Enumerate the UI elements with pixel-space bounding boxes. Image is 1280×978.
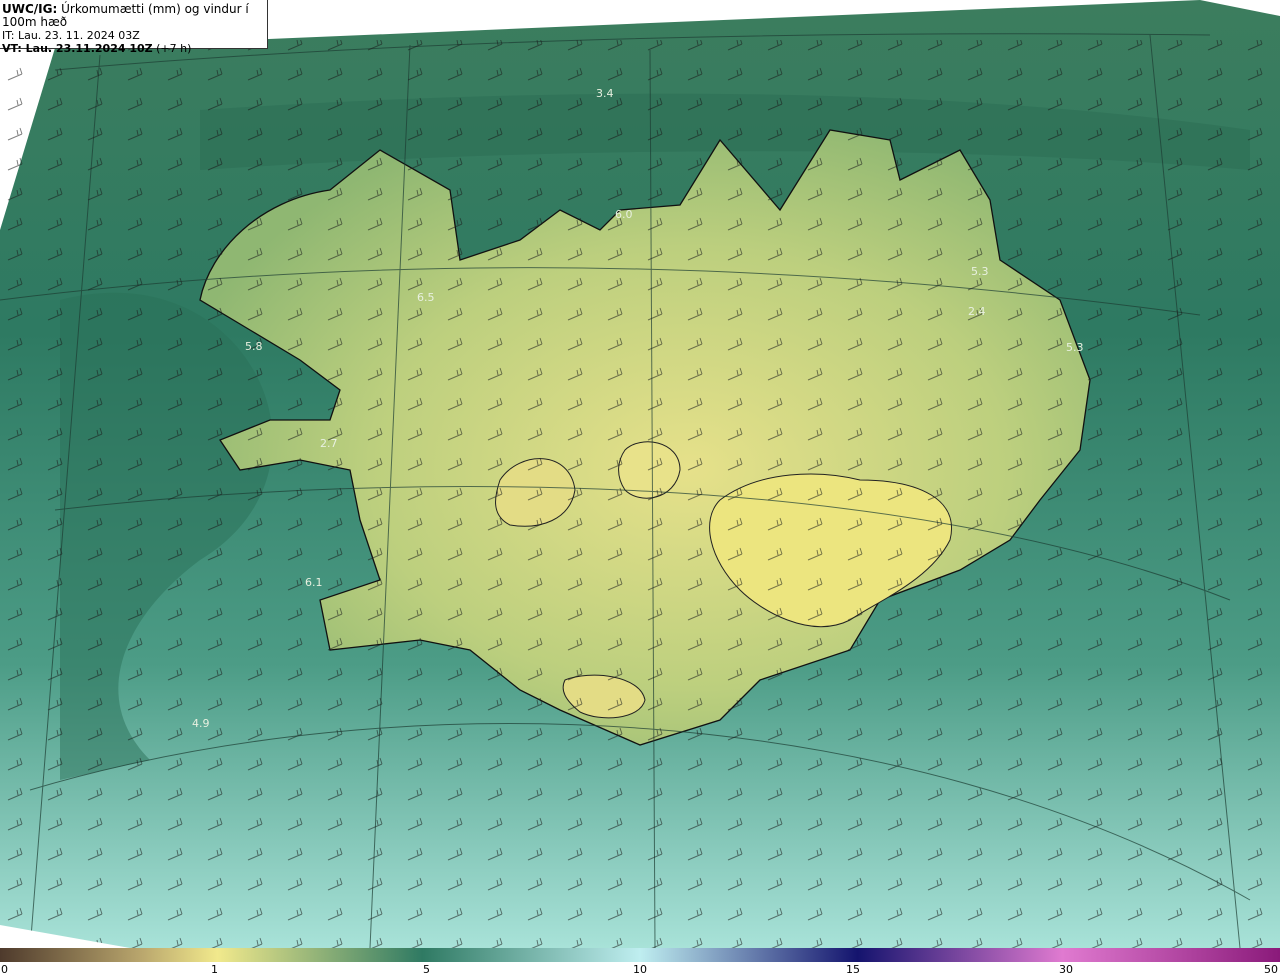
map-value-label: 5.3 (971, 265, 989, 278)
valid-time-line: VT: Lau. 23.11.2024 10Z (+7 h) (2, 42, 267, 55)
map-value-label: 6.1 (305, 576, 323, 589)
map-value-label: 5.3 (1066, 341, 1084, 354)
precipitation-map (0, 0, 1280, 948)
map-value-label: 6.0 (615, 208, 633, 221)
colorbar-tick: 1 (211, 963, 218, 976)
map-value-label: 6.5 (417, 291, 435, 304)
map-value-label: 4.9 (192, 717, 210, 730)
title-line: UWC/IG: Úrkomumætti (mm) og vindur í 100… (2, 3, 267, 29)
colorbar-tick: 50 (1264, 963, 1278, 976)
colorbar-tick: 10 (633, 963, 647, 976)
init-time-line: IT: Lau. 23. 11. 2024 03Z (2, 29, 267, 42)
init-time-value: Lau. 23. 11. 2024 03Z (17, 29, 140, 42)
valid-time-offset: (+7 h) (156, 42, 192, 55)
colorbar-tick: 30 (1059, 963, 1073, 976)
map-value-label: 2.7 (320, 437, 338, 450)
colorbar (0, 948, 1280, 962)
valid-time-label: VT: Lau. 23.11.2024 10Z (2, 42, 153, 55)
map-value-label: 2.4 (968, 305, 986, 318)
init-time-label: IT: (2, 29, 15, 42)
colorbar-tick: 0 (1, 963, 8, 976)
map-value-label: 5.8 (245, 340, 263, 353)
map-info-box: UWC/IG: Úrkomumætti (mm) og vindur í 100… (0, 0, 268, 55)
colorbar-tick: 15 (846, 963, 860, 976)
colorbar-tick: 5 (423, 963, 430, 976)
model-name: UWC/IG: (2, 2, 58, 16)
colorbar-ticks: 0 1 5 10 15 30 50 (0, 962, 1280, 978)
map-value-label: 3.4 (596, 87, 614, 100)
